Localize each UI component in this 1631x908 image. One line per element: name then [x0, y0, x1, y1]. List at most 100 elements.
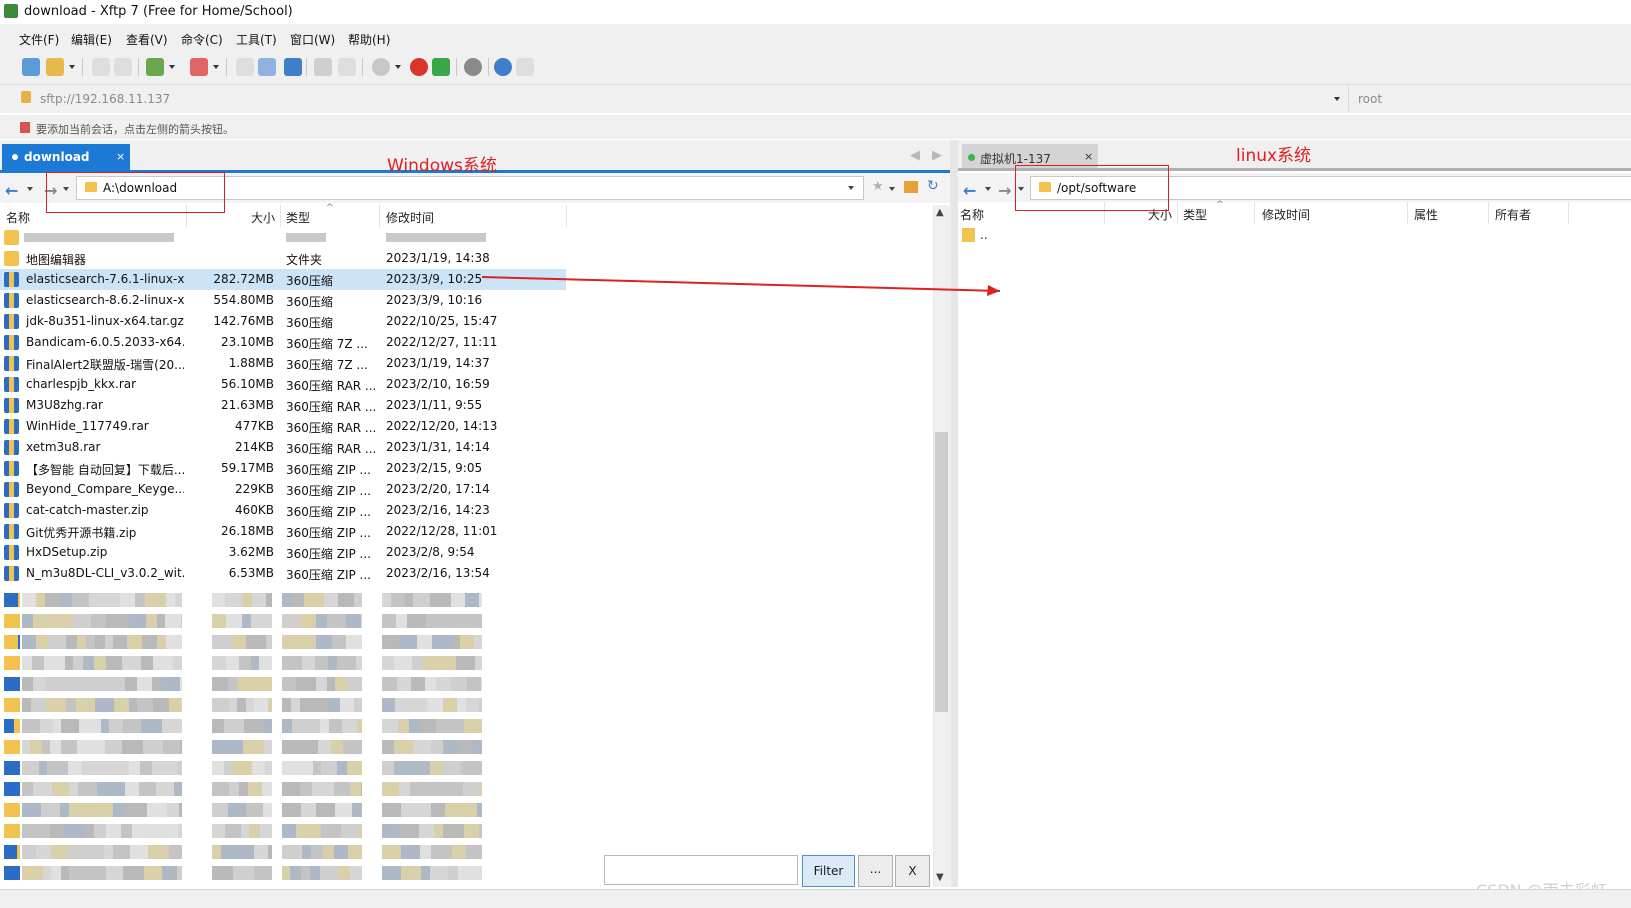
table-row[interactable]: cat-catch-master.zip 460KB 360压缩 ZIP ... 20…: [0, 500, 566, 521]
menu-help[interactable]: 帮助(H): [348, 31, 390, 48]
file-type: 360压缩 ZIP ...: [286, 568, 371, 582]
table-row[interactable]: jdk-8u351-linux-x64.tar.gz 142.76MB 360压缩 2…: [0, 311, 566, 332]
close-tab-icon[interactable]: ×: [1084, 150, 1093, 163]
bookmark-flag-icon[interactable]: [20, 122, 30, 133]
chat-icon[interactable]: [516, 58, 534, 76]
address-url[interactable]: sftp://192.168.11.137: [40, 92, 170, 106]
filter-button[interactable]: Filter: [802, 855, 855, 887]
menu-file[interactable]: 文件(F): [19, 31, 59, 48]
tab-scroll-right-icon[interactable]: ▶: [932, 148, 942, 163]
username-placeholder: root: [1358, 92, 1383, 106]
refresh-icon[interactable]: ↻: [927, 178, 939, 194]
back-history-caret[interactable]: [27, 187, 33, 191]
table-row[interactable]: Git优秀开源书籍.zip 26.18MB 360压缩 ZIP ... 2022/12…: [0, 521, 566, 542]
table-row[interactable]: HxDSetup.zip 3.62MB 360压缩 ZIP ... 2023/2/8,…: [0, 542, 566, 563]
table-row[interactable]: Beyond_Compare_Keyge... 229KB 360压缩 ZIP ..…: [0, 479, 566, 500]
username-input[interactable]: [1348, 85, 1631, 111]
table-row[interactable]: charlespjb_kkx.rar 56.10MB 360压缩 RAR ... 20…: [0, 374, 566, 395]
upload-icon[interactable]: [236, 58, 254, 76]
terminal-icon[interactable]: [190, 58, 208, 76]
back-arrow-icon[interactable]: ←: [5, 181, 18, 200]
close-filter-button[interactable]: X: [895, 855, 930, 887]
scroll-up-icon[interactable]: ▲: [936, 207, 944, 218]
column-type[interactable]: 类型: [1183, 206, 1207, 223]
table-row[interactable]: Bandicam-6.0.5.2033-x64.... 23.10MB 360压缩 …: [0, 332, 566, 353]
column-divider[interactable]: [1177, 202, 1178, 224]
transfer-icon[interactable]: [284, 58, 302, 76]
menu-command[interactable]: 命令(C): [181, 31, 223, 48]
table-row[interactable]: FinalAlert2联盟版-瑞雪(20... 1.88MB 360压缩 7Z ..…: [0, 353, 566, 374]
back-history-caret[interactable]: [985, 187, 991, 191]
table-row[interactable]: M3U8zhg.rar 21.63MB 360压缩 RAR ... 2023/1/11…: [0, 395, 566, 416]
table-row[interactable]: N_m3u8DL-CLI_v3.0.2_wit... 6.53MB 360压缩 ZI…: [0, 563, 566, 584]
column-divider[interactable]: [1488, 202, 1489, 224]
table-row[interactable]: xetm3u8.rar 214KB 360压缩 RAR ... 2023/1/31, …: [0, 437, 566, 458]
favorite-star-icon[interactable]: ★: [872, 179, 884, 194]
download-icon[interactable]: [258, 58, 276, 76]
back-arrow-icon[interactable]: ←: [963, 181, 976, 200]
column-divider[interactable]: [280, 205, 281, 227]
column-modified[interactable]: 修改时间: [386, 209, 434, 226]
column-divider[interactable]: [566, 205, 567, 227]
xshell-icon[interactable]: [410, 58, 428, 76]
blur-pixel: [229, 782, 239, 796]
parent-folder-row[interactable]: ..: [958, 225, 1598, 246]
globe-icon[interactable]: [372, 58, 390, 76]
xftp-icon[interactable]: [432, 58, 450, 76]
column-name[interactable]: 名称: [6, 209, 30, 226]
column-owner[interactable]: 所有者: [1495, 206, 1531, 223]
menu-view[interactable]: 查看(V): [126, 31, 168, 48]
favorite-dropdown-caret[interactable]: [889, 187, 895, 191]
scroll-down-icon[interactable]: ▼: [936, 872, 944, 883]
new-file-icon[interactable]: [146, 58, 164, 76]
column-divider[interactable]: [1407, 202, 1408, 224]
tab-download[interactable]: download ×: [2, 144, 130, 170]
column-divider[interactable]: [1254, 202, 1255, 224]
blur-pixel: [282, 614, 299, 628]
column-name[interactable]: 名称: [960, 206, 984, 223]
copy-icon[interactable]: [314, 58, 332, 76]
table-row-blurred[interactable]: [0, 227, 566, 248]
address-input[interactable]: [18, 85, 1346, 111]
scrollbar-thumb[interactable]: [935, 432, 948, 712]
blur-pixel: [250, 677, 268, 691]
filter-options-button[interactable]: ...: [858, 855, 893, 887]
menu-window[interactable]: 窗口(W): [290, 31, 335, 48]
column-type[interactable]: 类型: [286, 209, 310, 226]
forward-arrow-icon[interactable]: →: [998, 181, 1011, 200]
table-row[interactable]: 【多智能 自动回复】下载后... 59.17MB 360压缩 ZIP ... 2023…: [0, 458, 566, 479]
globe-dropdown-caret[interactable]: [395, 65, 401, 69]
new-file-dropdown-caret[interactable]: [169, 65, 175, 69]
close-tab-icon[interactable]: ×: [116, 150, 125, 163]
blur-pixel: [434, 824, 443, 838]
column-divider[interactable]: [1568, 202, 1569, 224]
blur-pixel: [146, 614, 157, 628]
connect-icon[interactable]: [92, 58, 110, 76]
address-dropdown-icon[interactable]: [1334, 97, 1340, 101]
paste-icon[interactable]: [338, 58, 356, 76]
blur-pixel: [477, 803, 482, 817]
terminal-dropdown-caret[interactable]: [213, 65, 219, 69]
filter-input[interactable]: [604, 855, 798, 885]
open-folder-icon[interactable]: [46, 58, 64, 76]
table-row[interactable]: WinHide_117749.rar 477KB 360压缩 RAR ... 2022…: [0, 416, 566, 437]
path-dropdown-caret[interactable]: [848, 186, 854, 190]
blur-pixel: [143, 740, 163, 754]
blur-pixel: [22, 593, 36, 607]
column-attributes[interactable]: 属性: [1414, 206, 1438, 223]
blur-pixel: [417, 803, 431, 817]
column-modified[interactable]: 修改时间: [1262, 206, 1310, 223]
gear-icon[interactable]: [464, 58, 482, 76]
help-icon[interactable]: [494, 58, 512, 76]
menu-edit[interactable]: 编辑(E): [71, 31, 112, 48]
open-dropdown-caret[interactable]: [69, 65, 75, 69]
menu-tools[interactable]: 工具(T): [236, 31, 277, 48]
home-folder-icon[interactable]: [904, 181, 918, 193]
column-divider[interactable]: [379, 205, 380, 227]
tab-scroll-left-icon[interactable]: ◀: [910, 148, 920, 163]
pane-splitter[interactable]: [950, 140, 958, 887]
blur-pixel: [436, 677, 451, 691]
new-session-icon[interactable]: [22, 58, 40, 76]
disconnect-icon[interactable]: [114, 58, 132, 76]
column-size[interactable]: 大小: [251, 209, 275, 226]
